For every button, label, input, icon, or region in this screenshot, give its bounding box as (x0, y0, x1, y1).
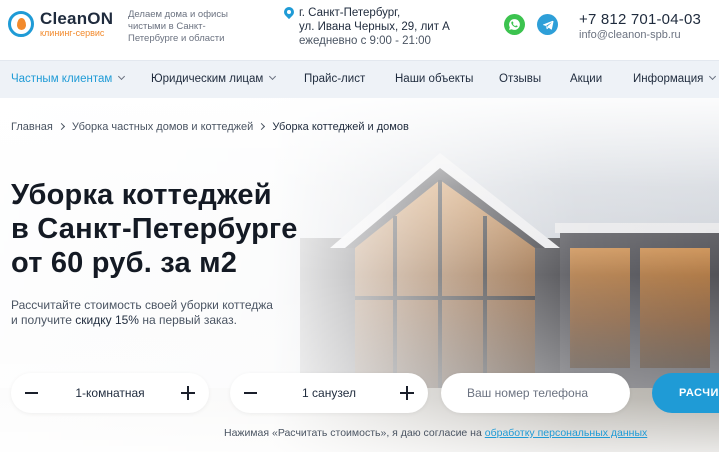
nav-item-information[interactable]: Информация (633, 72, 717, 85)
location-pin-icon (284, 7, 294, 20)
nav-item-promotions[interactable]: Акции (570, 73, 602, 85)
logo-name: CleanON (40, 9, 114, 28)
tagline: Делаем дома и офисы чистыми в Санкт-Пете… (128, 9, 228, 44)
rooms-increase-button[interactable] (181, 386, 195, 400)
chevron-down-icon (118, 72, 126, 81)
bathrooms-value: 1 санузел (302, 386, 356, 400)
address-line-2: ул. Ивана Черных, 29, лит А (299, 21, 450, 33)
phone-number-input[interactable] (441, 373, 630, 413)
bathrooms-stepper: 1 санузел (230, 373, 428, 413)
header-phone-link[interactable]: +7 812 701-04-03 (579, 11, 701, 28)
logo[interactable]: CleanON клининг-сервис (8, 10, 113, 38)
site-header: CleanON клининг-сервис Делаем дома и офи… (0, 0, 719, 60)
rooms-stepper: 1-комнатная (11, 373, 209, 413)
whatsapp-icon[interactable] (504, 14, 525, 35)
breadcrumb-category-link[interactable]: Уборка частных домов и коттеджей (72, 121, 253, 133)
chevron-right-icon (57, 122, 65, 131)
telegram-icon[interactable] (537, 14, 558, 35)
hero-lead-text: Рассчитайте стоимость своей уборки котте… (11, 298, 273, 327)
privacy-policy-link[interactable]: обработку персональных данных (485, 427, 648, 439)
nav-item-reviews[interactable]: Отзывы (499, 73, 541, 85)
chevron-down-icon (269, 72, 277, 81)
calculate-button[interactable]: РАСЧИТАТЬ (652, 373, 719, 413)
rooms-value: 1-комнатная (75, 386, 145, 400)
header-email-link[interactable]: info@cleanon-spb.ru (579, 29, 681, 41)
nav-item-private-clients[interactable]: Частным клиентам (11, 72, 126, 85)
breadcrumb: Главная Уборка частных домов и коттеджей У… (11, 121, 409, 133)
breadcrumb-current: Уборка коттеджей и домов (272, 121, 409, 133)
nav-item-legal-entities[interactable]: Юридическим лицам (151, 72, 277, 85)
hero-section: Главная Уборка частных домов и коттеджей У… (0, 98, 719, 452)
page-title: Уборка коттеджей в Санкт-Петербурге от 6… (11, 179, 298, 279)
bathrooms-increase-button[interactable] (400, 386, 414, 400)
address-line-1: г. Санкт-Петербург, (299, 7, 401, 19)
chevron-right-icon (258, 122, 266, 131)
chevron-down-icon (709, 72, 717, 81)
breadcrumb-home-link[interactable]: Главная (11, 121, 53, 133)
nav-item-price-list[interactable]: Прайс-лист (304, 73, 365, 85)
discount-highlight: скидку 15% (75, 313, 139, 327)
consent-note: Нажимая «Расчитать стоимость», я даю сог… (224, 427, 648, 439)
nav-item-our-objects[interactable]: Наши объекты (395, 73, 473, 85)
logo-subtitle: клининг-сервис (40, 28, 105, 38)
logo-drop-icon (8, 11, 34, 37)
address-block: г. Санкт-Петербург, ул. Ивана Черных, 29… (299, 6, 450, 48)
main-nav: Частным клиентам Юридическим лицам Прайс… (0, 60, 719, 98)
working-hours: ежедневно с 9:00 - 21:00 (299, 35, 431, 47)
